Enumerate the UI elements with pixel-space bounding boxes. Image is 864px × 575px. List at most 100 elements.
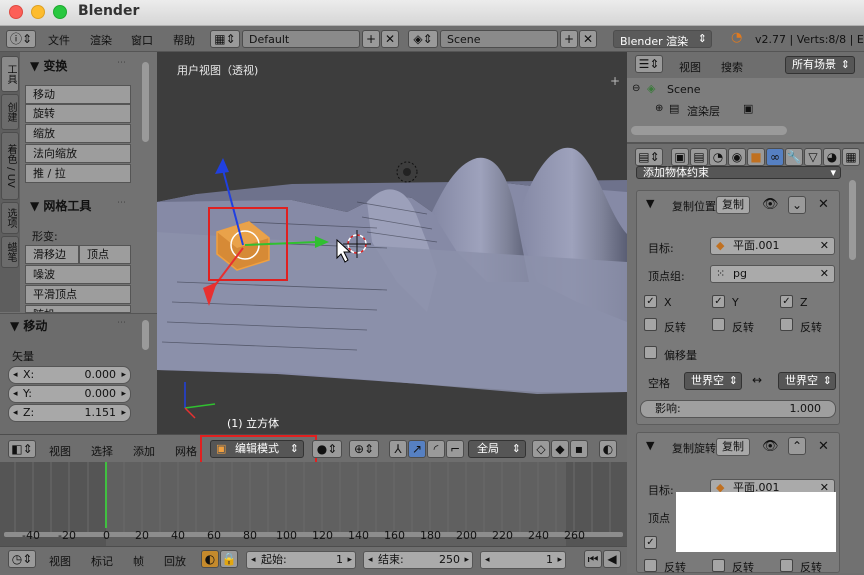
edge-select-icon[interactable]: ◆ bbox=[551, 440, 569, 458]
clear-field-icon[interactable]: ✕ bbox=[820, 266, 829, 282]
properties-scrollbar[interactable] bbox=[849, 180, 856, 260]
start-frame-field[interactable]: ◂ 起始: 1 ▸ bbox=[246, 551, 356, 569]
visibility-eye-icon[interactable]: 👁 bbox=[762, 439, 779, 454]
move-up-icon[interactable]: ⌃ bbox=[788, 437, 806, 455]
move-down-icon[interactable]: ⌄ bbox=[788, 196, 806, 214]
current-frame-field[interactable]: ◂ 1 ▸ bbox=[480, 551, 566, 569]
tab-options[interactable]: 选项 bbox=[1, 202, 19, 234]
translate-manipulator-icon[interactable]: ↗ bbox=[408, 440, 426, 458]
rotation-invert-y-checkbox[interactable] bbox=[712, 559, 725, 572]
influence-slider[interactable]: 影响: 1.000 bbox=[640, 400, 836, 418]
panel-grip-icon[interactable]: ⋯ bbox=[117, 58, 126, 68]
delete-constraint-icon[interactable]: ✕ bbox=[818, 197, 829, 212]
invert-z-checkbox[interactable] bbox=[780, 318, 793, 331]
rotate-button[interactable]: 旋转 bbox=[25, 104, 131, 123]
scene-field[interactable]: Scene bbox=[440, 30, 558, 48]
expand-icon[interactable]: ⊕ bbox=[655, 103, 663, 114]
tab-grease-pencil[interactable]: 蜡笔 bbox=[1, 236, 19, 268]
copy-rotation-name-button[interactable]: 复制 bbox=[716, 438, 750, 456]
menu-select[interactable]: 选择 bbox=[91, 443, 113, 459]
lock-icon[interactable]: 🔒 bbox=[220, 550, 238, 568]
rotation-invert-z-checkbox[interactable] bbox=[780, 559, 793, 572]
properties-editor-icon[interactable]: ▤⇕ bbox=[635, 148, 663, 166]
render-layers-tab-icon[interactable]: ▤ bbox=[690, 148, 708, 166]
operator-panel-header[interactable]: ▼ 移动 bbox=[10, 317, 47, 334]
clear-field-icon[interactable]: ✕ bbox=[820, 238, 829, 254]
3d-viewport[interactable]: 用户视图（透视) (1) 立方体 + bbox=[157, 52, 627, 434]
menu-file[interactable]: 文件 bbox=[48, 32, 70, 48]
vector-x-field[interactable]: ◂ X: 0.000 ▸ bbox=[8, 366, 131, 384]
zoom-window-button[interactable] bbox=[53, 5, 67, 19]
panel-grip-icon[interactable]: ⋯ bbox=[117, 198, 126, 208]
limit-selection-icon[interactable]: ◐ bbox=[599, 440, 617, 458]
menu-outliner-view[interactable]: 视图 bbox=[679, 59, 701, 75]
jump-start-icon[interactable]: ⏮ bbox=[584, 550, 602, 568]
timeline-editor-icon[interactable]: ◷⇕ bbox=[8, 550, 36, 568]
menu-help[interactable]: 帮助 bbox=[173, 32, 195, 48]
screen-layout-field[interactable]: Default bbox=[242, 30, 360, 48]
vertex-slide-button[interactable]: 顶点 bbox=[79, 245, 131, 264]
close-window-button[interactable] bbox=[9, 5, 23, 19]
target-field[interactable]: ◆ 平面.001 ✕ bbox=[710, 237, 835, 255]
outliner-item-render-layer[interactable]: 渲染层 bbox=[687, 103, 720, 119]
rotation-axis-checkbox[interactable]: ✓ bbox=[644, 536, 657, 549]
push-pull-button[interactable]: 推 / 拉 bbox=[25, 164, 131, 183]
keying-set-icon[interactable]: ◐ bbox=[201, 550, 219, 568]
jump-keyframe-icon[interactable]: ◀ bbox=[603, 550, 621, 568]
tab-shading-uv[interactable]: 着色 / UV bbox=[1, 132, 19, 200]
edge-slide-button[interactable]: 滑移边 bbox=[25, 245, 79, 264]
scene-tab-icon[interactable]: ◔ bbox=[709, 148, 727, 166]
menu-add[interactable]: 添加 bbox=[133, 443, 155, 459]
vertex-select-icon[interactable]: ◇ bbox=[532, 440, 550, 458]
remove-screen-icon[interactable]: ✕ bbox=[381, 30, 399, 48]
render-layer-toggle-icon[interactable]: ▣ bbox=[743, 102, 753, 115]
menu-marker[interactable]: 标记 bbox=[91, 553, 113, 569]
rotation-invert-x-checkbox[interactable] bbox=[644, 559, 657, 572]
menu-search[interactable]: 搜索 bbox=[721, 59, 743, 75]
end-frame-field[interactable]: ◂ 结束: 250 ▸ bbox=[363, 551, 473, 569]
scene-selector-icon[interactable]: ◈⇕ bbox=[408, 30, 438, 48]
axis-y-checkbox[interactable]: ✓ bbox=[712, 295, 725, 308]
scale-manipulator-icon[interactable]: ⌐ bbox=[446, 440, 464, 458]
vector-y-field[interactable]: ◂ Y: 0.000 ▸ bbox=[8, 385, 131, 403]
render-tab-icon[interactable]: ▣ bbox=[671, 148, 689, 166]
owner-space-dropdown[interactable]: 世界空 ⇕ bbox=[684, 372, 742, 390]
add-scene-icon[interactable]: + bbox=[560, 30, 578, 48]
transform-orientation-dropdown[interactable]: 全局 ⇕ bbox=[468, 440, 526, 458]
object-tab-icon[interactable]: ■ bbox=[747, 148, 765, 166]
delete-constraint-icon[interactable]: ✕ bbox=[818, 439, 829, 454]
collapse-arrow-icon[interactable]: ▼ bbox=[646, 439, 654, 452]
menu-timeline-view[interactable]: 视图 bbox=[49, 553, 71, 569]
add-screen-icon[interactable]: + bbox=[362, 30, 380, 48]
collapse-arrow-icon[interactable]: ▼ bbox=[646, 197, 654, 210]
tab-create[interactable]: 创建 bbox=[1, 94, 19, 130]
outliner-editor-icon[interactable]: ☰⇕ bbox=[635, 55, 663, 73]
mesh-tools-panel-header[interactable]: ▼ 网格工具 bbox=[30, 197, 91, 214]
vertex-group-field[interactable]: ⁙ pg ✕ bbox=[710, 265, 835, 283]
visibility-eye-icon[interactable]: 👁 bbox=[762, 197, 779, 212]
editor-type-info-icon[interactable]: ⓘ⇕ bbox=[6, 30, 36, 48]
menu-window[interactable]: 窗口 bbox=[131, 32, 153, 48]
move-button[interactable]: 移动 bbox=[25, 85, 131, 104]
lamp-object[interactable] bbox=[396, 161, 418, 183]
transform-panel-header[interactable]: ▼ 变换 bbox=[30, 57, 67, 74]
minimize-window-button[interactable] bbox=[31, 5, 45, 19]
data-tab-icon[interactable]: ▽ bbox=[804, 148, 822, 166]
invert-y-checkbox[interactable] bbox=[712, 318, 725, 331]
menu-frame[interactable]: 帧 bbox=[133, 553, 144, 569]
material-tab-icon[interactable]: ◕ bbox=[823, 148, 841, 166]
3d-view-editor-icon[interactable]: ◧⇕ bbox=[8, 440, 36, 458]
pivot-point-icon[interactable]: ⊕⇕ bbox=[349, 440, 379, 458]
outliner-filter-dropdown[interactable]: 所有场景 ⇕ bbox=[785, 56, 855, 74]
axis-z-checkbox[interactable]: ✓ bbox=[780, 295, 793, 308]
rotate-manipulator-icon[interactable]: ◜ bbox=[427, 440, 445, 458]
menu-playback[interactable]: 回放 bbox=[164, 553, 186, 569]
screen-layout-icon[interactable]: ▦⇕ bbox=[210, 30, 240, 48]
collapse-icon[interactable]: ⊖ bbox=[632, 83, 640, 94]
menu-view[interactable]: 视图 bbox=[49, 443, 71, 459]
outliner-item-scene[interactable]: Scene bbox=[667, 83, 701, 96]
offset-checkbox[interactable] bbox=[644, 346, 657, 359]
tool-shelf-scrollbar[interactable] bbox=[142, 62, 149, 142]
randomize-button[interactable]: 随机 bbox=[25, 305, 131, 313]
vector-z-field[interactable]: ◂ Z: 1.151 ▸ bbox=[8, 404, 131, 422]
